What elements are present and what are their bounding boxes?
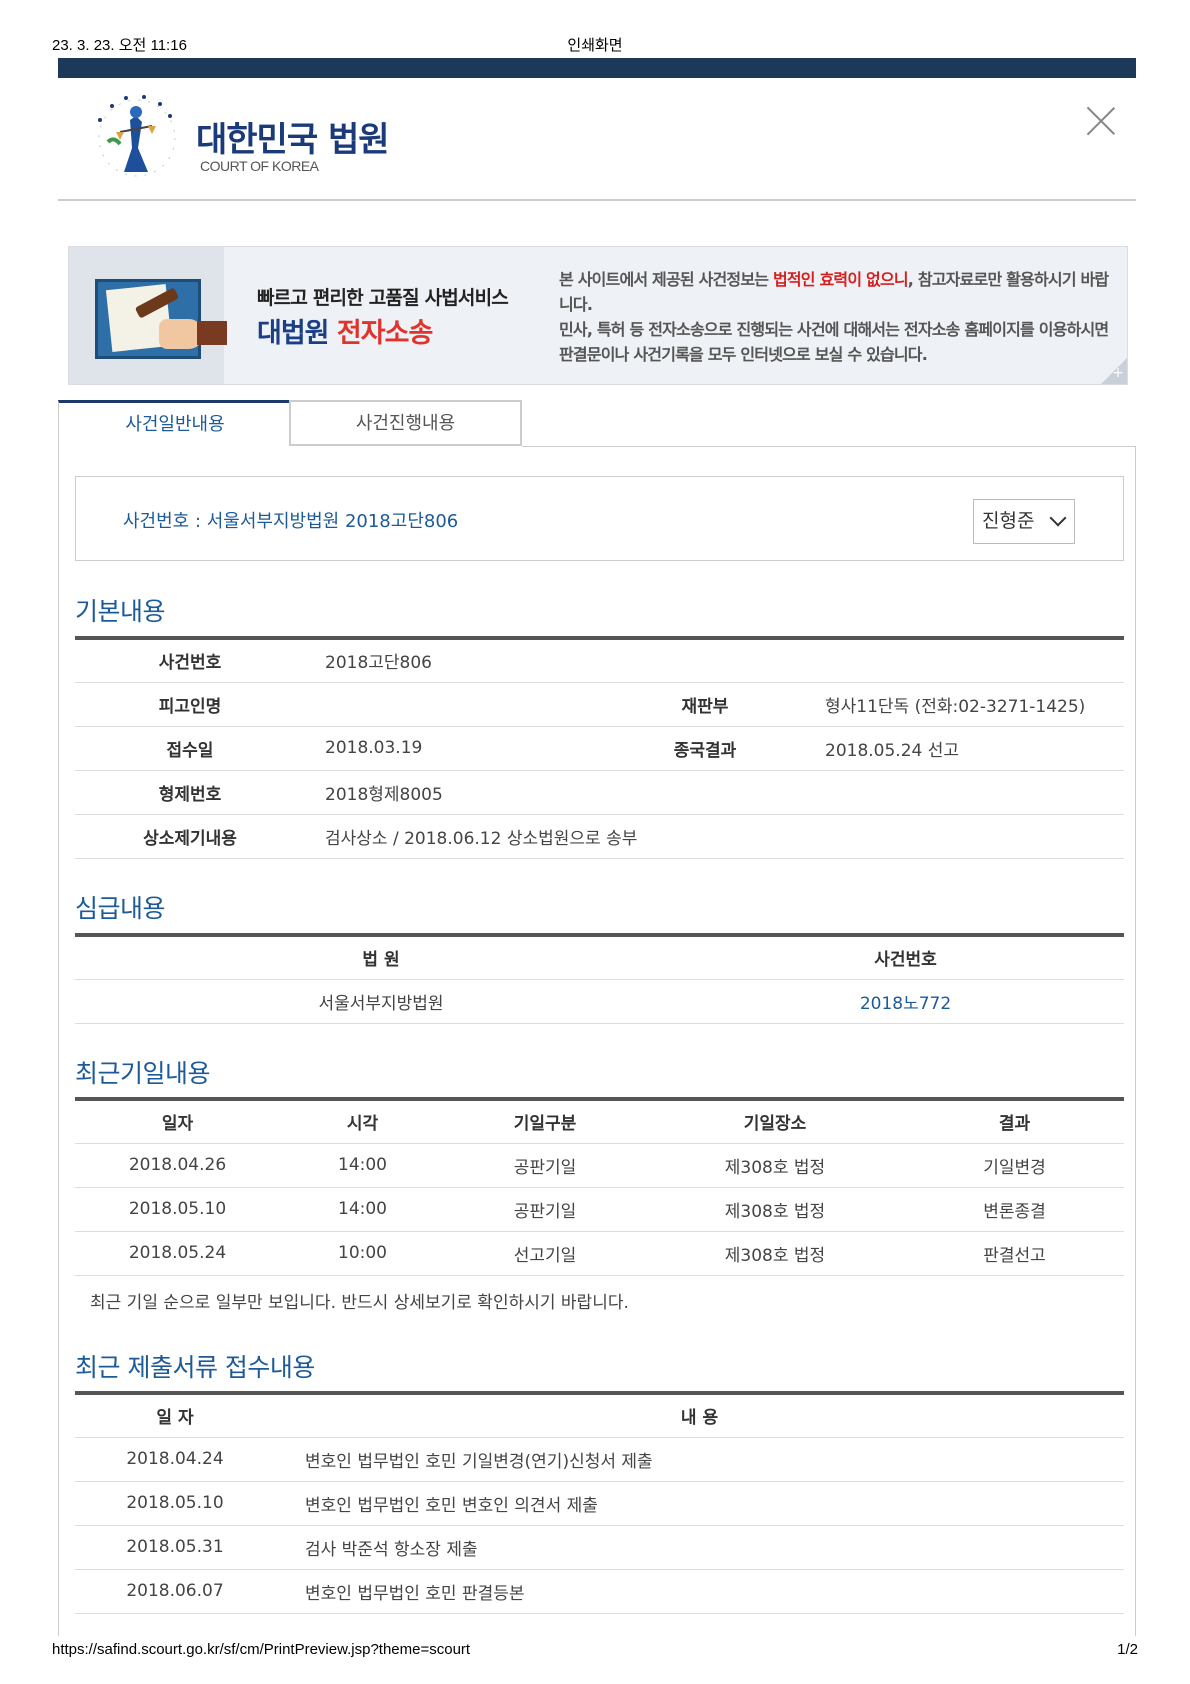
receipt-date-value: 2018.03.19 [305, 726, 605, 771]
case-no-label: 사건번호 [75, 638, 305, 683]
table-row: 피고인명 재판부 형사11단독 (전화:02-3271-1425) [75, 682, 1124, 727]
chevron-down-icon [1049, 509, 1067, 527]
table-row: 2018.06.07 변호인 법무법인 호민 판결등본 [75, 1569, 1124, 1614]
case-summary-box: 사건번호 : 서울서부지방법원 2018고단806 진형준 [75, 476, 1124, 561]
division-label: 재판부 [605, 682, 805, 727]
tab-case-general[interactable]: 사건일반내용 [58, 400, 291, 446]
hearing-type: 공판기일 [445, 1143, 645, 1188]
hearing-type: 공판기일 [445, 1187, 645, 1232]
col-date: 일자 [75, 1097, 280, 1144]
appeal-case-link[interactable]: 2018노772 [687, 979, 1124, 1024]
doc-date: 2018.06.07 [75, 1569, 275, 1614]
top-navy-bar [58, 58, 1136, 78]
doc-content: 변호인 법무법인 호민 기일변경(연기)신청서 제출 [275, 1437, 1124, 1482]
page-number: 1/2 [1117, 1641, 1138, 1658]
table-row: 2018.04.24 변호인 법무법인 호민 기일변경(연기)신청서 제출 [75, 1437, 1124, 1482]
court-logo: 대한민국 법원 COURT OF KOREA [90, 92, 410, 182]
section-title-hearings: 최근기일내용 [75, 1059, 211, 1088]
court-emblem-icon [98, 95, 176, 177]
doc-date: 2018.04.24 [75, 1437, 275, 1482]
col-case-no: 사건번호 [687, 933, 1124, 980]
hearing-time: 10:00 [280, 1231, 445, 1276]
col-doc-content: 내 용 [275, 1391, 1124, 1438]
case-no-value: 2018고단806 [305, 638, 1124, 683]
basic-info-table: 사건번호 2018고단806 피고인명 재판부 형사11단독 (전화:02-32… [75, 636, 1124, 859]
hearing-type: 선고기일 [445, 1231, 645, 1276]
header-divider [58, 199, 1136, 201]
documents-table: 일 자 내 용 2018.04.24 변호인 법무법인 호민 기일변경(연기)신… [75, 1391, 1124, 1614]
table-header-row: 법 원 사건번호 [75, 933, 1124, 980]
hearing-place: 제308호 법정 [645, 1143, 905, 1188]
col-time: 시각 [280, 1097, 445, 1144]
hearings-note: 최근 기일 순으로 일부만 보입니다. 반드시 상세보기로 확인하시기 바랍니다… [90, 1293, 629, 1313]
doc-date: 2018.05.31 [75, 1525, 275, 1570]
table-header-row: 일 자 내 용 [75, 1391, 1124, 1438]
hearing-place: 제308호 법정 [645, 1187, 905, 1232]
final-result-label: 종국결과 [605, 726, 805, 771]
banner-subtitle: 빠르고 편리한 고품질 사법서비스 [257, 287, 509, 309]
defendant-value [305, 682, 605, 727]
doc-content: 변호인 법무법인 호민 판결등본 [275, 1569, 1124, 1614]
print-header: 23. 3. 23. 오전 11:16 인쇄화면 [52, 34, 1138, 54]
logo-english-text: COURT OF KOREA [200, 158, 319, 174]
appeal-court-name: 서울서부지방법원 [75, 979, 687, 1024]
defendant-label: 피고인명 [75, 682, 305, 727]
hearing-place: 제308호 법정 [645, 1231, 905, 1276]
appeal-court-table: 법 원 사건번호 서울서부지방법원 2018노772 [75, 933, 1124, 1024]
table-row: 사건번호 2018고단806 [75, 638, 1124, 683]
table-row: 접수일 2018.03.19 종국결과 2018.05.24 선고 [75, 726, 1124, 771]
table-row: 상소제기내용 검사상소 / 2018.06.12 상소법원으로 송부 [75, 814, 1124, 859]
ecourt-banner[interactable]: 빠르고 편리한 고품질 사법서비스 대법원 전자소송 본 사이트에서 제공된 사… [68, 246, 1128, 385]
doc-date: 2018.05.10 [75, 1481, 275, 1526]
col-doc-date: 일 자 [75, 1391, 275, 1438]
table-row: 2018.05.10 변호인 법무법인 호민 변호인 의견서 제출 [75, 1481, 1124, 1526]
logo-korean-text: 대한민국 법원 [196, 120, 390, 160]
table-row: 2018.05.24 10:00 선고기일 제308호 법정 판결선고 [75, 1231, 1124, 1276]
hearing-result: 기일변경 [905, 1143, 1124, 1188]
print-title: 인쇄화면 [567, 37, 623, 54]
case-number-label: 사건번호 : 서울서부지방법원 2018고단806 [123, 511, 459, 532]
receipt-date-label: 접수일 [75, 726, 305, 771]
banner-illustration [69, 247, 227, 384]
hearing-date: 2018.04.26 [75, 1143, 280, 1188]
col-place: 기일장소 [645, 1097, 905, 1144]
hearing-time: 14:00 [280, 1187, 445, 1232]
doc-content: 검사 박준석 항소장 제출 [275, 1525, 1124, 1570]
table-row: 2018.04.26 14:00 공판기일 제308호 법정 기일변경 [75, 1143, 1124, 1188]
col-type: 기일구분 [445, 1097, 645, 1144]
related-no-label: 형제번호 [75, 770, 305, 815]
party-select-value: 진형준 [982, 510, 1035, 532]
hearing-date: 2018.05.10 [75, 1187, 280, 1232]
table-row: 서울서부지방법원 2018노772 [75, 979, 1124, 1024]
related-no-value: 2018형제8005 [305, 770, 1124, 815]
doc-content: 변호인 법무법인 호민 변호인 의견서 제출 [275, 1481, 1124, 1526]
print-url: https://safind.scourt.go.kr/sf/cm/PrintP… [52, 1641, 471, 1658]
hearing-result: 변론종결 [905, 1187, 1124, 1232]
section-title-basic: 기본내용 [75, 597, 166, 626]
table-row: 2018.05.31 검사 박준석 항소장 제출 [75, 1525, 1124, 1570]
section-title-appeal: 심급내용 [75, 894, 166, 923]
hearing-result: 판결선고 [905, 1231, 1124, 1276]
division-value: 형사11단독 (전화:02-3271-1425) [805, 682, 1124, 727]
party-select[interactable]: 진형준 [973, 499, 1075, 544]
table-row: 2018.05.10 14:00 공판기일 제308호 법정 변론종결 [75, 1187, 1124, 1232]
close-icon[interactable] [1086, 106, 1116, 136]
hearing-time: 14:00 [280, 1143, 445, 1188]
appeal-label: 상소제기내용 [75, 814, 305, 859]
banner-title: 대법원 전자소송 [257, 318, 433, 349]
hearing-date: 2018.05.24 [75, 1231, 280, 1276]
section-title-documents: 최근 제출서류 접수내용 [75, 1353, 315, 1382]
table-row: 형제번호 2018형제8005 [75, 770, 1124, 815]
banner-notice: 본 사이트에서 제공된 사건정보는 법적인 효력이 없으니, 참고자료로만 활용… [559, 270, 1109, 364]
table-header-row: 일자 시각 기일구분 기일장소 결과 [75, 1097, 1124, 1144]
appeal-value: 검사상소 / 2018.06.12 상소법원으로 송부 [305, 814, 1124, 859]
tab-case-progress[interactable]: 사건진행내용 [289, 400, 522, 446]
final-result-value: 2018.05.24 선고 [805, 726, 1124, 771]
col-result: 결과 [905, 1097, 1124, 1144]
hearings-table: 일자 시각 기일구분 기일장소 결과 2018.04.26 14:00 공판기일… [75, 1097, 1124, 1276]
col-court: 법 원 [75, 933, 687, 980]
